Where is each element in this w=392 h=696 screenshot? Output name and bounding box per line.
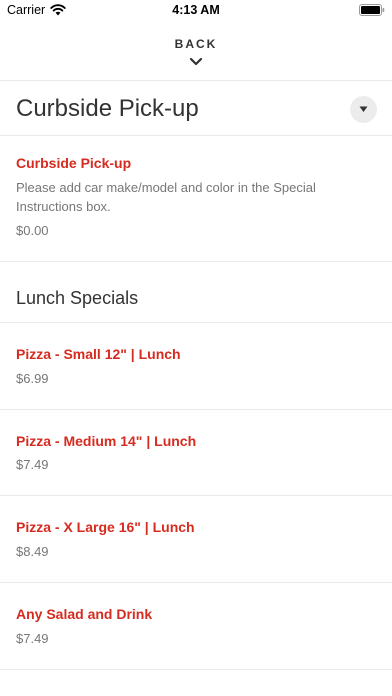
menu-item[interactable]: Pizza - Small 12" | Lunch $6.99 <box>0 323 392 410</box>
chevron-down-icon <box>189 57 203 66</box>
item-name: Curbside Pick-up <box>16 155 132 171</box>
item-name: Pizza - Medium 14" | Lunch <box>16 433 197 449</box>
item-name: Any Salad and Drink <box>16 606 153 622</box>
category-title: Curbside Pick-up <box>16 95 199 122</box>
item-price: $7.49 <box>16 631 49 646</box>
back-button[interactable]: BACK <box>0 22 392 81</box>
item-price: $8.49 <box>16 544 49 559</box>
item-price: $0.00 <box>16 223 49 238</box>
menu-item[interactable]: Pizza - Medium 14" | Lunch $7.49 <box>0 410 392 496</box>
section-header: Lunch Specials <box>0 262 392 323</box>
item-name: Pizza - Small 12" | Lunch <box>16 346 181 362</box>
menu-item[interactable]: Curbside Pick-up Please add car make/mod… <box>0 136 392 262</box>
menu-item[interactable]: Any Salad and Drink $7.49 <box>0 583 392 670</box>
caret-down-icon <box>359 106 368 112</box>
battery-icon <box>359 4 385 16</box>
item-price: $6.99 <box>16 371 49 386</box>
item-name: Pizza - X Large 16" | Lunch <box>16 519 195 535</box>
section-title: Lunch Specials <box>16 288 139 308</box>
status-time: 4:13 AM <box>172 3 220 17</box>
category-header: Curbside Pick-up <box>0 81 392 136</box>
status-bar: Carrier 4:13 AM <box>0 0 392 22</box>
menu-item[interactable]: Pizza - X Large 16" | Lunch $8.49 <box>0 496 392 583</box>
item-description: Please add car make/model and color in t… <box>16 180 316 214</box>
item-price: $7.49 <box>16 457 49 472</box>
category-dropdown-button[interactable] <box>350 96 377 123</box>
back-label: BACK <box>174 37 218 51</box>
